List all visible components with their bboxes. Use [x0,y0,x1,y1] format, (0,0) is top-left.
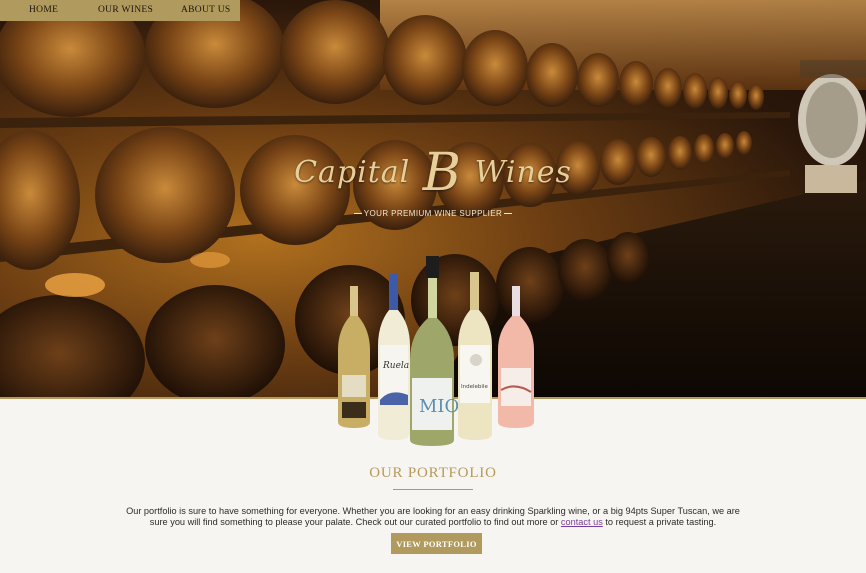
bottle-label-mio: MIO [419,396,459,417]
bottle-label-indelebile: Indelebile [461,384,488,390]
bottle-4: Indelebile [458,272,492,440]
tagline: YOUR PREMIUM WINE SUPPLIER [0,209,866,218]
bottle-label-ruela: Ruela [382,361,409,371]
brand-logo: Capital B Wines [0,135,866,203]
bottle-5 [498,286,534,428]
wine-bottles-image: Ruela MIO Indelebile [338,256,534,446]
nav-our-wines[interactable]: OUR WINES [98,5,153,15]
contact-us-link[interactable]: contact us [561,517,603,527]
bottle-2: Ruela [378,274,410,440]
view-portfolio-button[interactable]: VIEW PORTFOLIO [391,533,482,554]
portfolio-heading: OUR PORTFOLIO [369,465,497,481]
tagline-text: YOUR PREMIUM WINE SUPPLIER [363,209,503,218]
top-nav: HOME OUR WINES ABOUT US [0,0,240,21]
nav-about-us[interactable]: ABOUT US [181,5,230,15]
brand-word-wines: Wines [474,155,572,190]
portfolio-description: Our portfolio is sure to have something … [120,506,746,528]
brand-word-capital: Capital [294,155,411,190]
bottle-1 [338,286,370,428]
brand-letter: B [422,143,463,203]
heading-underline [393,489,473,490]
nav-home[interactable]: HOME [29,5,58,15]
description-text-end: to request a private tasting. [602,517,717,527]
bottle-3: MIO [410,256,459,446]
